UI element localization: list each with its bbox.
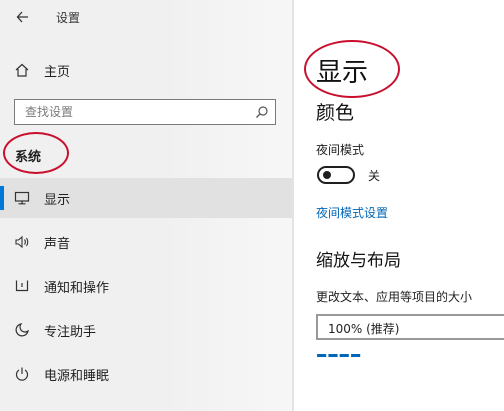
sidebar-item-home[interactable]: 主页 <box>0 54 293 86</box>
sidebar-item-label: 声音 <box>44 237 71 252</box>
scale-dropdown-value: 100% (推荐) <box>328 322 400 336</box>
sidebar-item-label: 专注助手 <box>44 325 97 340</box>
sidebar-item-notifications[interactable]: 通知和操作 <box>0 266 293 306</box>
scale-dropdown[interactable]: 100% (推荐) <box>316 314 504 340</box>
sidebar-item-label: 通知和操作 <box>44 281 110 296</box>
monitor-icon <box>14 191 30 205</box>
sidebar-item-sound[interactable]: 声音 <box>0 222 293 262</box>
night-mode-toggle[interactable] <box>317 166 355 184</box>
search-icon[interactable] <box>255 105 269 119</box>
sidebar-item-label: 主页 <box>44 65 71 80</box>
color-heading: 颜色 <box>316 102 355 124</box>
scale-layout-heading: 缩放与布局 <box>316 251 401 271</box>
power-icon <box>15 367 29 381</box>
advanced-scaling-link-cut[interactable]: ▬▬▬▬ ▬▬▬▬ <box>316 354 404 360</box>
night-mode-label: 夜间模式 <box>316 143 365 157</box>
night-mode-settings-link[interactable]: 夜间模式设置 <box>316 204 388 221</box>
sidebar-item-focus-assist[interactable]: 专注助手 <box>0 310 293 350</box>
content-pane: 显示 颜色 夜间模式 关 夜间模式设置 缩放与布局 更改文本、应用等项目的大小 … <box>294 0 504 411</box>
notification-icon <box>15 280 29 292</box>
back-arrow-icon <box>16 11 28 23</box>
sidebar-item-label: 显示 <box>44 193 71 208</box>
page-title: 显示 <box>316 58 369 88</box>
scale-label: 更改文本、应用等项目的大小 <box>316 290 473 304</box>
moon-icon <box>15 323 29 337</box>
night-mode-state: 关 <box>368 169 381 183</box>
section-label: 系统 <box>15 150 42 165</box>
back-button[interactable] <box>13 6 33 28</box>
toggle-knob <box>323 171 331 179</box>
home-icon <box>15 63 29 77</box>
sidebar: 设置 主页 系统 显示 声音 通知和操作 <box>0 0 293 411</box>
sidebar-item-power-sleep[interactable]: 电源和睡眠 <box>0 354 293 394</box>
sidebar-item-label: 电源和睡眠 <box>44 369 110 384</box>
search-box[interactable] <box>14 99 276 125</box>
speaker-icon <box>15 235 29 249</box>
search-input[interactable] <box>15 100 255 124</box>
sidebar-item-display[interactable]: 显示 <box>0 178 293 218</box>
advanced-scaling-link-glyphs: ▬▬▬▬ ▬▬▬▬ <box>316 354 404 360</box>
window-title: 设置 <box>56 11 81 25</box>
title-bar: 设置 <box>0 0 293 36</box>
